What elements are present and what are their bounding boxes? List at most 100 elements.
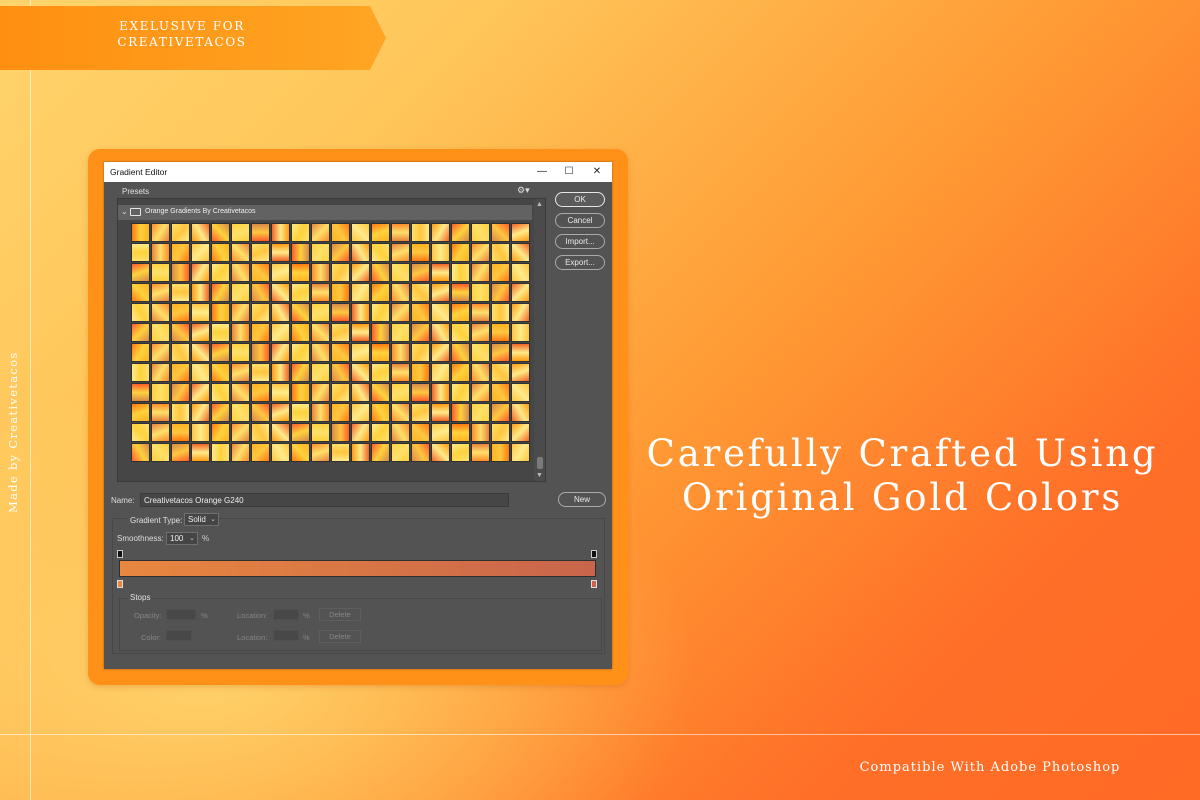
gradient-swatch[interactable] bbox=[271, 363, 290, 382]
cancel-button[interactable]: Cancel bbox=[555, 213, 605, 228]
gradient-swatch[interactable] bbox=[331, 323, 350, 342]
gradient-swatch[interactable] bbox=[351, 263, 370, 282]
gradient-swatch[interactable] bbox=[351, 363, 370, 382]
gradient-swatch[interactable] bbox=[131, 343, 150, 362]
gradient-swatch[interactable] bbox=[331, 283, 350, 302]
gradient-swatch[interactable] bbox=[411, 423, 430, 442]
scroll-up-icon[interactable]: ▲ bbox=[536, 201, 543, 208]
gradient-swatch[interactable] bbox=[511, 323, 530, 342]
gradient-swatch[interactable] bbox=[491, 283, 510, 302]
new-button[interactable]: New bbox=[558, 492, 606, 507]
gradient-swatch[interactable] bbox=[191, 443, 210, 462]
gradient-swatch[interactable] bbox=[191, 303, 210, 322]
gradient-swatch[interactable] bbox=[231, 223, 250, 242]
gradient-swatch[interactable] bbox=[151, 443, 170, 462]
gradient-swatch[interactable] bbox=[451, 423, 470, 442]
gradient-swatch[interactable] bbox=[131, 263, 150, 282]
scroll-down-icon[interactable]: ▼ bbox=[536, 472, 543, 479]
gradient-swatch[interactable] bbox=[311, 303, 330, 322]
gradient-swatch[interactable] bbox=[371, 443, 390, 462]
gradient-swatch[interactable] bbox=[151, 243, 170, 262]
gradient-swatch[interactable] bbox=[211, 243, 230, 262]
gradient-swatch[interactable] bbox=[191, 363, 210, 382]
gradient-swatch[interactable] bbox=[291, 243, 310, 262]
gradient-swatch[interactable] bbox=[451, 263, 470, 282]
gradient-swatch[interactable] bbox=[251, 343, 270, 362]
gradient-swatch[interactable] bbox=[211, 443, 230, 462]
gradient-swatch[interactable] bbox=[471, 263, 490, 282]
gradient-swatch[interactable] bbox=[411, 223, 430, 242]
gradient-swatch[interactable] bbox=[491, 223, 510, 242]
gradient-swatch[interactable] bbox=[391, 263, 410, 282]
opacity-delete-button[interactable]: Delete bbox=[319, 608, 361, 621]
gradient-swatch[interactable] bbox=[311, 383, 330, 402]
gradient-swatch[interactable] bbox=[511, 283, 530, 302]
gradient-swatch[interactable] bbox=[211, 363, 230, 382]
gradient-swatch[interactable] bbox=[231, 443, 250, 462]
gradient-swatch[interactable] bbox=[271, 403, 290, 422]
gradient-swatch[interactable] bbox=[131, 383, 150, 402]
gradient-swatch[interactable] bbox=[491, 303, 510, 322]
gradient-swatch[interactable] bbox=[251, 423, 270, 442]
gradient-swatch[interactable] bbox=[471, 283, 490, 302]
gradient-swatch[interactable] bbox=[371, 323, 390, 342]
gradient-swatch[interactable] bbox=[411, 383, 430, 402]
gradient-swatch[interactable] bbox=[391, 243, 410, 262]
gradient-swatch[interactable] bbox=[151, 383, 170, 402]
gradient-swatch[interactable] bbox=[231, 423, 250, 442]
gradient-swatch[interactable] bbox=[511, 363, 530, 382]
gradient-swatch[interactable] bbox=[231, 303, 250, 322]
gradient-swatch[interactable] bbox=[151, 403, 170, 422]
gradient-swatch[interactable] bbox=[131, 303, 150, 322]
gradient-swatch[interactable] bbox=[431, 323, 450, 342]
name-input[interactable]: Creativetacos Orange G240 bbox=[140, 493, 509, 507]
gradient-swatch[interactable] bbox=[451, 303, 470, 322]
gradient-swatch[interactable] bbox=[251, 363, 270, 382]
opacity-location-field[interactable] bbox=[273, 609, 299, 620]
gradient-swatch[interactable] bbox=[191, 343, 210, 362]
dialog-titlebar[interactable]: Gradient Editor — ☐ ✕ bbox=[104, 162, 612, 182]
gradient-swatch[interactable] bbox=[471, 403, 490, 422]
gradient-swatch[interactable] bbox=[171, 423, 190, 442]
gradient-swatch[interactable] bbox=[511, 243, 530, 262]
gradient-swatch[interactable] bbox=[511, 303, 530, 322]
gradient-swatch[interactable] bbox=[151, 263, 170, 282]
gradient-swatch[interactable] bbox=[431, 403, 450, 422]
gradient-swatch[interactable] bbox=[351, 283, 370, 302]
gradient-swatch[interactable] bbox=[211, 263, 230, 282]
gradient-swatch[interactable] bbox=[291, 303, 310, 322]
gradient-swatch[interactable] bbox=[331, 263, 350, 282]
gradient-swatch[interactable] bbox=[251, 223, 270, 242]
gradient-swatch[interactable] bbox=[151, 363, 170, 382]
gradient-swatch[interactable] bbox=[391, 223, 410, 242]
gradient-swatch[interactable] bbox=[491, 323, 510, 342]
gradient-swatch[interactable] bbox=[231, 383, 250, 402]
gradient-swatch[interactable] bbox=[291, 283, 310, 302]
gradient-swatch[interactable] bbox=[151, 343, 170, 362]
gradient-swatch[interactable] bbox=[351, 303, 370, 322]
gradient-swatch[interactable] bbox=[271, 303, 290, 322]
gradient-swatch[interactable] bbox=[311, 263, 330, 282]
opacity-stop-left[interactable] bbox=[117, 550, 123, 558]
gradient-swatch[interactable] bbox=[271, 323, 290, 342]
gradient-swatch[interactable] bbox=[351, 423, 370, 442]
gradient-swatch[interactable] bbox=[371, 423, 390, 442]
gradient-swatch[interactable] bbox=[471, 243, 490, 262]
gradient-swatch[interactable] bbox=[411, 343, 430, 362]
opacity-stop-right[interactable] bbox=[591, 550, 597, 558]
gradient-swatch[interactable] bbox=[291, 223, 310, 242]
gradient-swatch[interactable] bbox=[191, 243, 210, 262]
gradient-swatch[interactable] bbox=[251, 303, 270, 322]
gradient-swatch[interactable] bbox=[351, 323, 370, 342]
gradient-swatch[interactable] bbox=[391, 403, 410, 422]
gradient-swatch[interactable] bbox=[231, 343, 250, 362]
gradient-swatch[interactable] bbox=[171, 263, 190, 282]
gradient-swatch[interactable] bbox=[391, 283, 410, 302]
gradient-swatch[interactable] bbox=[271, 223, 290, 242]
gradient-swatch[interactable] bbox=[131, 283, 150, 302]
gradient-swatch[interactable] bbox=[471, 443, 490, 462]
color-stop-left[interactable] bbox=[117, 580, 123, 588]
gradient-swatch[interactable] bbox=[431, 303, 450, 322]
gradient-swatch[interactable] bbox=[311, 283, 330, 302]
gradient-swatch[interactable] bbox=[491, 243, 510, 262]
